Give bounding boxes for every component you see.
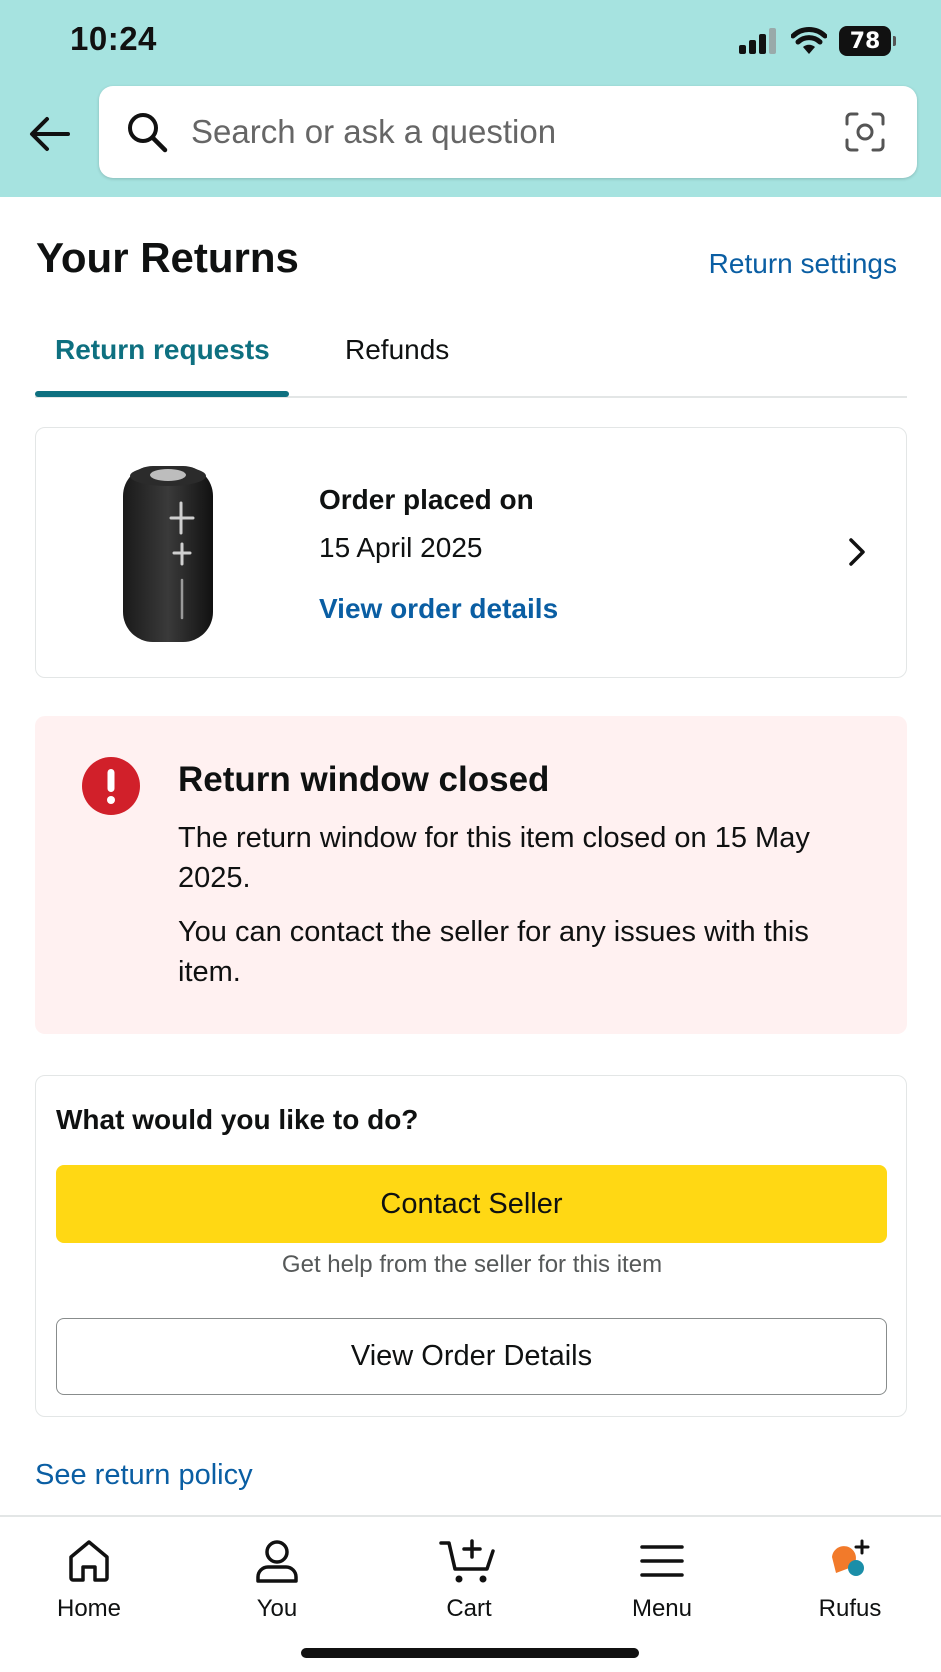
view-order-details-button[interactable]: View Order Details	[56, 1318, 887, 1395]
rufus-icon	[832, 1539, 870, 1576]
nav-label-cart: Cart	[446, 1595, 492, 1622]
active-tab-indicator	[35, 391, 289, 397]
nav-cart[interactable]: Cart	[409, 1537, 529, 1637]
home-icon	[69, 1540, 109, 1582]
tab-bar: Return requests Refunds	[35, 330, 907, 398]
status-icons: 78	[739, 24, 896, 58]
home-indicator[interactable]	[301, 1648, 639, 1658]
tab-return-requests[interactable]: Return requests	[35, 330, 289, 398]
chevron-right-icon	[849, 538, 865, 566]
nav-label-menu: Menu	[631, 1595, 693, 1622]
order-date: 15 April 2025	[319, 532, 483, 563]
menu-icon	[640, 1545, 684, 1577]
alert-message-secondary: You can contact the seller for any issue…	[178, 916, 809, 988]
alert-message: The return window for this item closed o…	[178, 822, 810, 894]
actions-title: What would you like to do?	[56, 1104, 419, 1135]
see-return-policy-link[interactable]: See return policy	[35, 1459, 253, 1492]
search-icon	[128, 113, 168, 153]
wifi-icon	[791, 27, 827, 54]
camera-scan-icon[interactable]	[843, 110, 887, 154]
product-image	[123, 466, 213, 642]
nav-rufus[interactable]: Rufus	[790, 1537, 910, 1637]
nav-label-home: Home	[56, 1595, 122, 1622]
nav-home[interactable]: Home	[29, 1537, 149, 1637]
arrow-left-icon	[30, 117, 70, 151]
battery-icon: 78	[839, 26, 896, 56]
app-header: 10:24 78	[0, 0, 941, 197]
nav-you[interactable]: You	[217, 1537, 337, 1637]
signal-icon	[739, 28, 776, 54]
alert-title: Return window closed	[178, 760, 550, 799]
order-placed-label: Order placed on	[319, 484, 534, 515]
cart-icon	[439, 1539, 495, 1583]
person-icon	[256, 1540, 298, 1583]
actions-card: What would you like to do? Contact Selle…	[35, 1075, 907, 1417]
order-card[interactable]: Order placed on 15 April 2025 View order…	[35, 427, 907, 678]
status-time: 10:24	[70, 20, 157, 57]
view-order-details-link[interactable]: View order details	[319, 593, 558, 625]
search-bar[interactable]	[99, 86, 917, 178]
alert-exclamation-icon	[82, 757, 140, 815]
search-input[interactable]	[191, 104, 791, 160]
nav-menu[interactable]: Menu	[602, 1537, 722, 1637]
contact-seller-subtext: Get help from the seller for this item	[281, 1251, 663, 1278]
contact-seller-button[interactable]: Contact Seller	[56, 1165, 887, 1243]
back-button[interactable]	[26, 110, 74, 158]
nav-label-rufus: Rufus	[818, 1595, 882, 1622]
tab-label: Return requests	[55, 334, 270, 365]
battery-level: 78	[849, 28, 881, 54]
nav-label-you: You	[256, 1595, 298, 1622]
tab-refunds[interactable]: Refunds	[345, 334, 449, 366]
page-title: Your Returns	[36, 234, 299, 281]
return-window-alert: Return window closed The return window f…	[35, 716, 907, 1034]
return-settings-link[interactable]: Return settings	[709, 248, 897, 280]
